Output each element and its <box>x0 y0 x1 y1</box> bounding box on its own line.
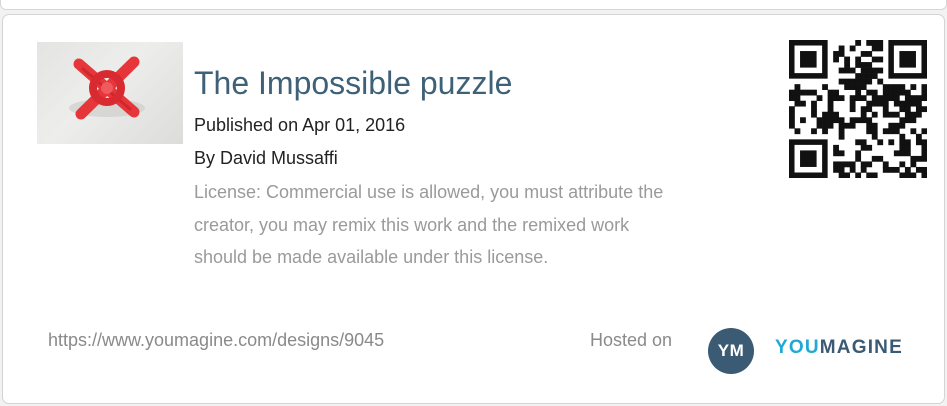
design-thumbnail[interactable] <box>37 42 183 144</box>
youmagine-wordmark[interactable]: YOUMAGINE <box>775 337 903 359</box>
previous-card-edge <box>0 0 947 10</box>
qr-code-icon <box>789 40 927 178</box>
hosted-on-label: Hosted on <box>590 330 673 350</box>
author-name: By David Mussaffi <box>194 148 338 168</box>
design-embed-card: The Impossible puzzle Published on Apr 0… <box>2 14 945 404</box>
design-url[interactable]: https://www.youmagine.com/designs/9045 <box>48 330 384 351</box>
brand-part-you: YOU <box>775 337 820 358</box>
puzzle-photo-icon <box>69 56 145 120</box>
license-text: License: Commercial use is allowed, you … <box>194 182 664 267</box>
published-date: Published on Apr 01, 2016 <box>194 115 406 135</box>
design-title[interactable]: The Impossible puzzle <box>194 63 512 103</box>
youmagine-logo-icon[interactable]: YM <box>708 328 754 374</box>
brand-part-magine: MAGINE <box>819 337 903 358</box>
